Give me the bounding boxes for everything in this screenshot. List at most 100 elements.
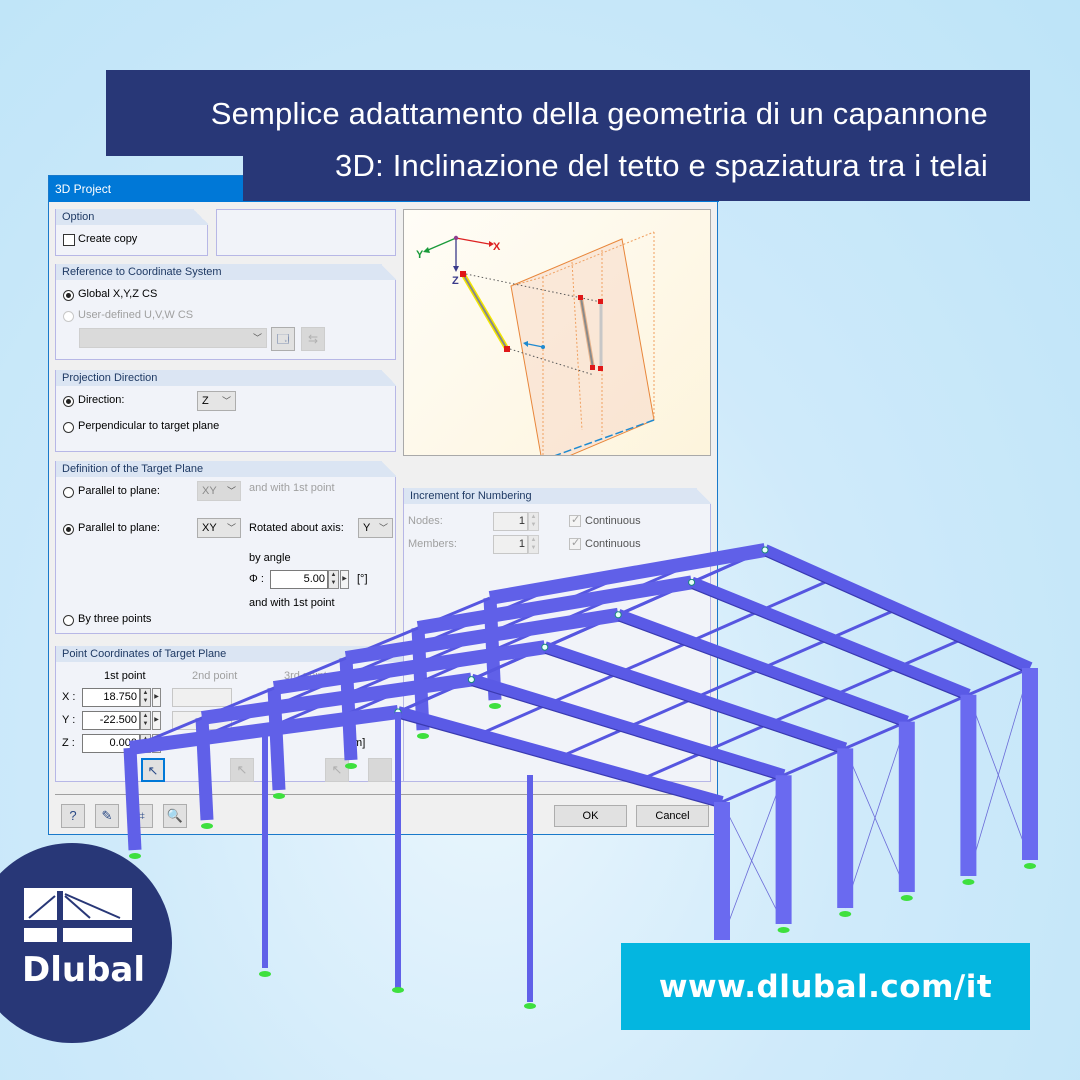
phi-unit: [°]	[357, 573, 368, 585]
parallel-plane-radio-2[interactable]	[63, 524, 74, 535]
help-button[interactable]: ?	[61, 804, 85, 828]
phi-angle-input[interactable]: 5.00	[270, 570, 328, 589]
dlubal-logo: Dlubal	[0, 843, 172, 1043]
z-spinner[interactable]: ▲ ▼	[140, 734, 151, 753]
parallel-plane-label-2: Parallel to plane:	[78, 522, 160, 534]
parallel-plane-select-2[interactable]: XY ﹀	[197, 518, 241, 538]
chevron-down-icon: ﹀	[226, 486, 236, 496]
create-copy-label: Create copy	[78, 233, 138, 245]
z-menu-button[interactable]: ▶	[152, 734, 161, 753]
axis-x-label: X	[493, 241, 501, 253]
y-spinner[interactable]: ▲ ▼	[140, 711, 151, 730]
direction-dot	[541, 345, 545, 349]
direction-label: Direction:	[78, 394, 125, 406]
members-spinner[interactable]: ▲ ▼	[528, 535, 539, 554]
wall-bracing	[721, 801, 784, 925]
x-axis-arrow	[455, 237, 490, 245]
pick-1st-point-button[interactable]: ↖	[141, 758, 165, 782]
support-icon	[259, 971, 271, 977]
target-plane-header: Definition of the Target Plane	[56, 461, 396, 477]
numbering-header: Increment for Numbering	[404, 488, 711, 504]
nodes-spinner[interactable]: ▲ ▼	[528, 512, 539, 531]
x-spinner[interactable]: ▲ ▼	[140, 688, 151, 707]
cancel-button[interactable]: Cancel	[636, 805, 709, 827]
member-node	[460, 271, 466, 277]
x-2nd-point-input[interactable]	[172, 688, 232, 707]
edit-cs-icon: ⇆	[307, 332, 319, 346]
support-icon	[777, 927, 790, 933]
y-1st-point-input[interactable]: -22.500	[82, 711, 140, 730]
target-plane	[510, 238, 655, 468]
edit-button[interactable]: ✎	[95, 804, 119, 828]
y-2nd-point-input[interactable]	[172, 711, 232, 730]
origin-dot	[453, 235, 459, 241]
support-icon	[962, 879, 975, 885]
nodes-continuous-label: Continuous	[585, 515, 641, 527]
axis-y-label: Y	[416, 249, 424, 261]
ridge-hinge	[761, 546, 769, 554]
units-icon: ⌗	[137, 808, 145, 823]
chevron-down-icon: ﹀	[226, 523, 236, 533]
ok-button[interactable]: OK	[554, 805, 627, 827]
member-node	[590, 365, 595, 370]
blank-group	[216, 209, 396, 256]
pick-3rd-point-button[interactable]: ↖	[325, 758, 349, 782]
axis-z-label: Z	[452, 275, 459, 287]
rotated-about-axis-label: Rotated about axis:	[249, 522, 344, 534]
details-button[interactable]: 🔍	[163, 804, 187, 828]
phi-label: Φ :	[249, 573, 264, 585]
wall-bracing	[968, 667, 1031, 877]
user-defined-cs-radio[interactable]	[63, 311, 74, 322]
pick-plane-button[interactable]	[368, 758, 392, 782]
support-icon	[129, 853, 141, 859]
direction-radio[interactable]	[63, 396, 74, 407]
nodes-increment-input[interactable]: 1	[493, 512, 528, 531]
chevron-down-icon: ﹀	[221, 396, 231, 406]
edit-cs-button[interactable]: ⇆	[301, 327, 325, 351]
footer-divider	[55, 794, 711, 795]
chevron-down-icon: ﹀	[252, 333, 262, 343]
y-axis-arrow	[427, 237, 457, 251]
x-menu-button[interactable]: ▶	[152, 688, 161, 707]
member-node	[598, 366, 603, 371]
reference-cs-group: Reference to Coordinate System Global X,…	[55, 264, 396, 360]
perpendicular-radio[interactable]	[63, 422, 74, 433]
three-points-radio[interactable]	[63, 615, 74, 626]
by-angle-label: by angle	[249, 552, 291, 564]
title-banner: Semplice adattamento della geometria di …	[106, 70, 1030, 156]
title-line-1: Semplice adattamento della geometria di …	[210, 96, 988, 131]
phi-spinner[interactable]: ▲ ▼	[328, 570, 339, 589]
direction-select[interactable]: Z ﹀	[197, 391, 236, 411]
new-cs-button[interactable]: 🗔	[271, 327, 295, 351]
rafter-right	[689, 576, 971, 701]
nodes-continuous-checkbox[interactable]	[569, 513, 581, 527]
z-label: Z :	[62, 737, 75, 749]
support-icon	[900, 895, 913, 901]
cursor-pick-icon: ↖	[236, 762, 248, 777]
support-icon	[392, 987, 404, 993]
members-increment-input[interactable]: 1	[493, 535, 528, 554]
create-copy-checkbox[interactable]	[63, 234, 75, 246]
y-menu-button[interactable]: ▶	[152, 711, 161, 730]
nodes-label: Nodes:	[408, 515, 443, 527]
user-cs-select[interactable]: ﹀	[79, 328, 267, 348]
website-url[interactable]: www.dlubal.com/it	[621, 969, 1030, 1005]
parallel-plane-select-2-value: XY	[202, 522, 217, 534]
units-button[interactable]: ⌗	[129, 804, 153, 828]
rotation-axis-select[interactable]: Y ﹀	[358, 518, 393, 538]
parallel-plane-select-1[interactable]: XY ﹀	[197, 481, 241, 501]
phi-menu-button[interactable]: ▶	[340, 570, 349, 589]
chevron-down-icon: ﹀	[378, 523, 388, 533]
wall-bracing	[968, 694, 1031, 861]
perpendicular-label: Perpendicular to target plane	[78, 420, 220, 432]
pick-2nd-point-button[interactable]: ↖	[230, 758, 254, 782]
global-cs-radio[interactable]	[63, 290, 74, 301]
z-1st-point-input[interactable]: 0.000	[82, 734, 140, 753]
cursor-pick-icon: ↖	[147, 763, 159, 778]
x-1st-point-input[interactable]: 18.750	[82, 688, 140, 707]
logo-text: Dlubal	[22, 950, 146, 990]
members-continuous-checkbox[interactable]	[569, 536, 581, 550]
parallel-plane-radio-1[interactable]	[63, 487, 74, 498]
support-icon	[524, 1003, 536, 1009]
z-axis-head	[453, 266, 459, 272]
